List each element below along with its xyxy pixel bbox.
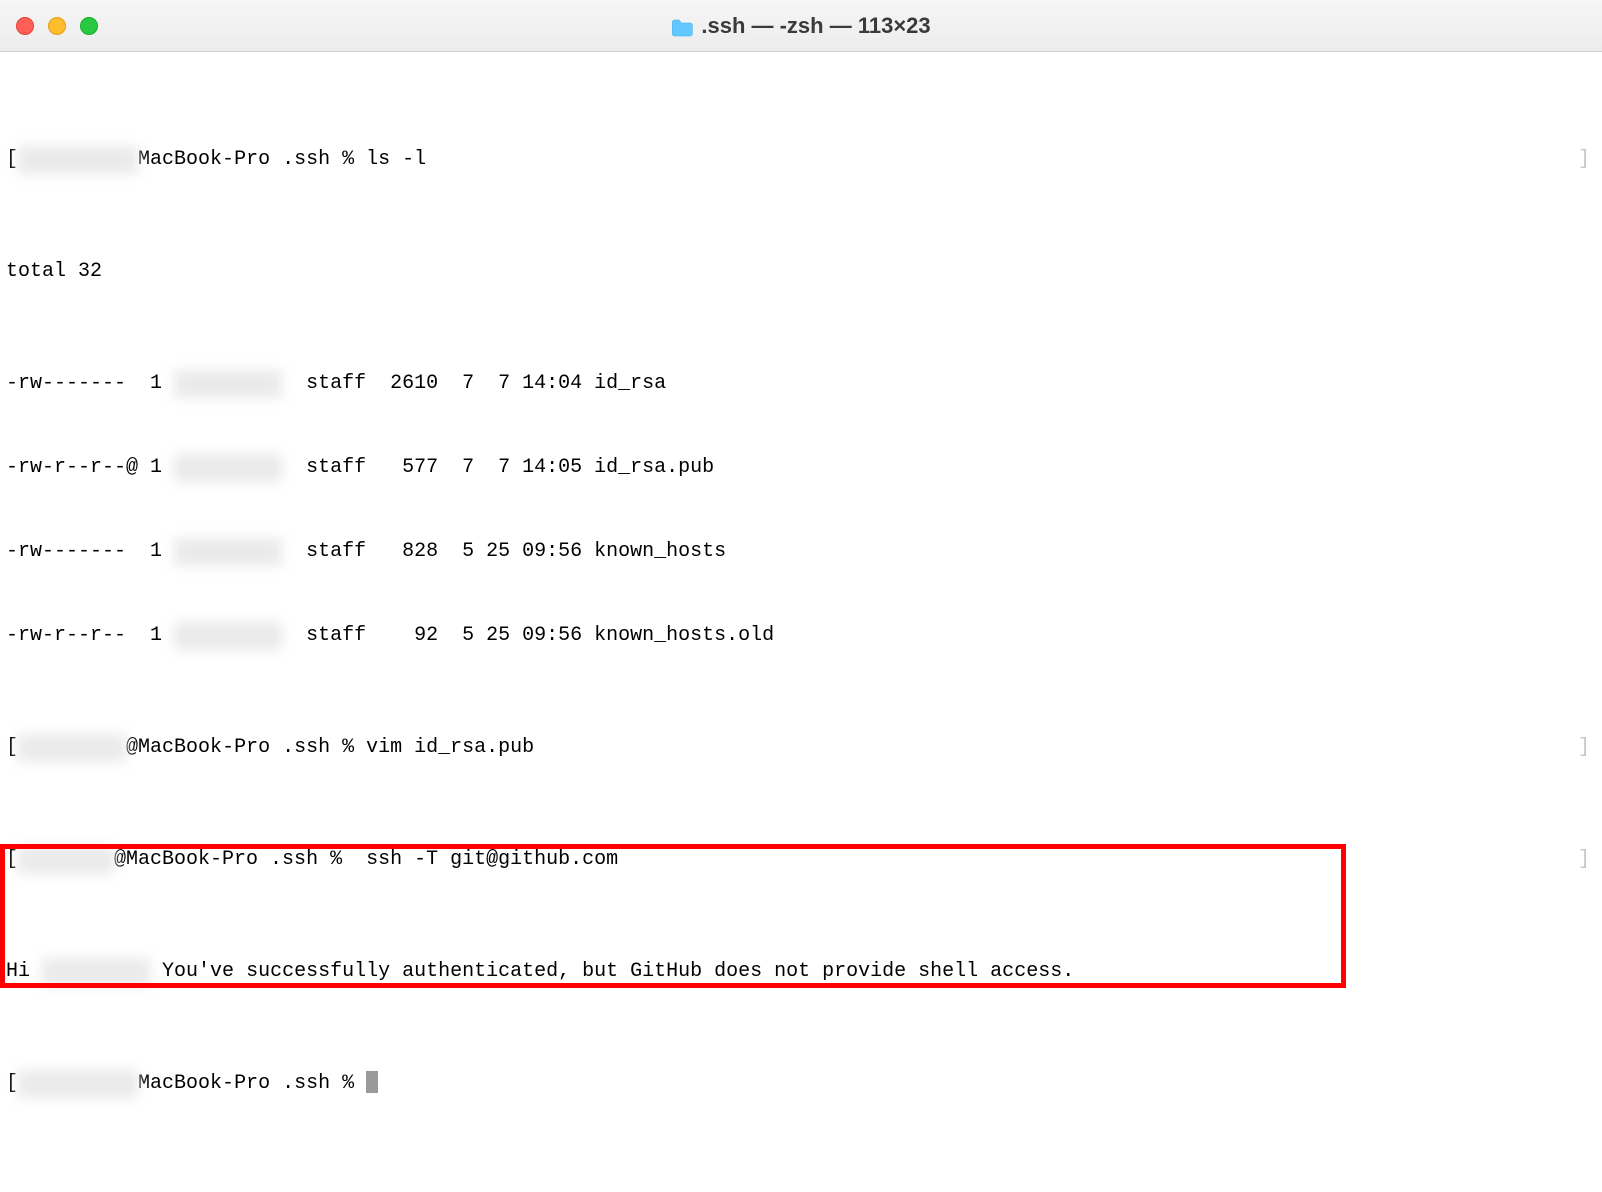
redacted-user: xxxxxxxxx <box>174 370 282 398</box>
traffic-lights <box>16 17 98 35</box>
terminal-line: total 32 <box>6 258 1596 286</box>
terminal-line: -rw------- 1 xxxxxxxxx staff 828 5 25 09… <box>6 538 1596 566</box>
redacted-user: xxxxxxxxx <box>174 454 282 482</box>
bracket: [ <box>6 736 18 759</box>
output-post: You've successfully authenticated, but G… <box>150 960 1074 983</box>
terminal-line: -rw-r--r-- 1 xxxxxxxxx staff 92 5 25 09:… <box>6 622 1596 650</box>
terminal-line: [xxxxxxxxxxMacBook-Pro .ssh % <box>6 1070 1596 1098</box>
bracket: ] <box>1578 146 1590 174</box>
perm-text: -rw------- 1 <box>6 372 174 395</box>
terminal-line: [xxxxxxxxx@MacBook-Pro .ssh % vim id_rsa… <box>6 734 1596 762</box>
perm-text: -rw-r--r--@ 1 <box>6 456 174 479</box>
terminal-line: [xxxxxxxxxxMacBook-Pro .ssh % ls -l] <box>6 146 1596 174</box>
perm-text: -rw------- 1 <box>6 540 174 563</box>
bracket: [ <box>6 1072 18 1095</box>
output-text: total 32 <box>6 260 102 283</box>
prompt-text: MacBook-Pro .ssh % <box>138 1072 366 1095</box>
terminal-line: Hi xxxxxxxxx You've successfully authent… <box>6 958 1596 986</box>
redacted-user: xxxxxxxx <box>18 846 114 874</box>
bracket: ] <box>1578 734 1590 762</box>
window-title: .ssh — -zsh — 113×23 <box>671 13 930 39</box>
terminal-area[interactable]: [xxxxxxxxxxMacBook-Pro .ssh % ls -l] tot… <box>0 52 1602 1192</box>
folder-icon <box>671 17 693 35</box>
redacted-name: xxxxxxxxx <box>42 958 150 986</box>
window-titlebar: .ssh — -zsh — 113×23 <box>0 0 1602 52</box>
ls-rest: staff 92 5 25 09:56 known_hosts.old <box>282 624 774 647</box>
terminal-line: [xxxxxxxx@MacBook-Pro .ssh % ssh -T git@… <box>6 846 1596 874</box>
maximize-button[interactable] <box>80 17 98 35</box>
minimize-button[interactable] <box>48 17 66 35</box>
ls-rest: staff 828 5 25 09:56 known_hosts <box>282 540 726 563</box>
redacted-user: xxxxxxxxx <box>174 538 282 566</box>
redacted-user: xxxxxxxxxx <box>18 146 138 174</box>
command-text: ls -l <box>366 148 426 171</box>
ls-rest: staff 577 7 7 14:05 id_rsa.pub <box>282 456 714 479</box>
terminal-line: -rw-r--r--@ 1 xxxxxxxxx staff 577 7 7 14… <box>6 454 1596 482</box>
bracket: ] <box>1578 846 1590 874</box>
output-pre: Hi <box>6 960 42 983</box>
prompt-cmd: @MacBook-Pro .ssh % vim id_rsa.pub <box>126 736 534 759</box>
redacted-user: xxxxxxxxxx <box>18 1070 138 1098</box>
perm-text: -rw-r--r-- 1 <box>6 624 174 647</box>
cursor-block <box>366 1071 378 1093</box>
window-title-text: .ssh — -zsh — 113×23 <box>701 13 930 39</box>
redacted-user: xxxxxxxxx <box>174 622 282 650</box>
redacted-user: xxxxxxxxx <box>18 734 126 762</box>
terminal-line: -rw------- 1 xxxxxxxxx staff 2610 7 7 14… <box>6 370 1596 398</box>
close-button[interactable] <box>16 17 34 35</box>
prompt-text: MacBook-Pro .ssh % <box>138 148 366 171</box>
bracket: [ <box>6 148 18 171</box>
ls-rest: staff 2610 7 7 14:04 id_rsa <box>282 372 666 395</box>
prompt-cmd: @MacBook-Pro .ssh % ssh -T git@github.co… <box>114 848 618 871</box>
bracket: [ <box>6 848 18 871</box>
